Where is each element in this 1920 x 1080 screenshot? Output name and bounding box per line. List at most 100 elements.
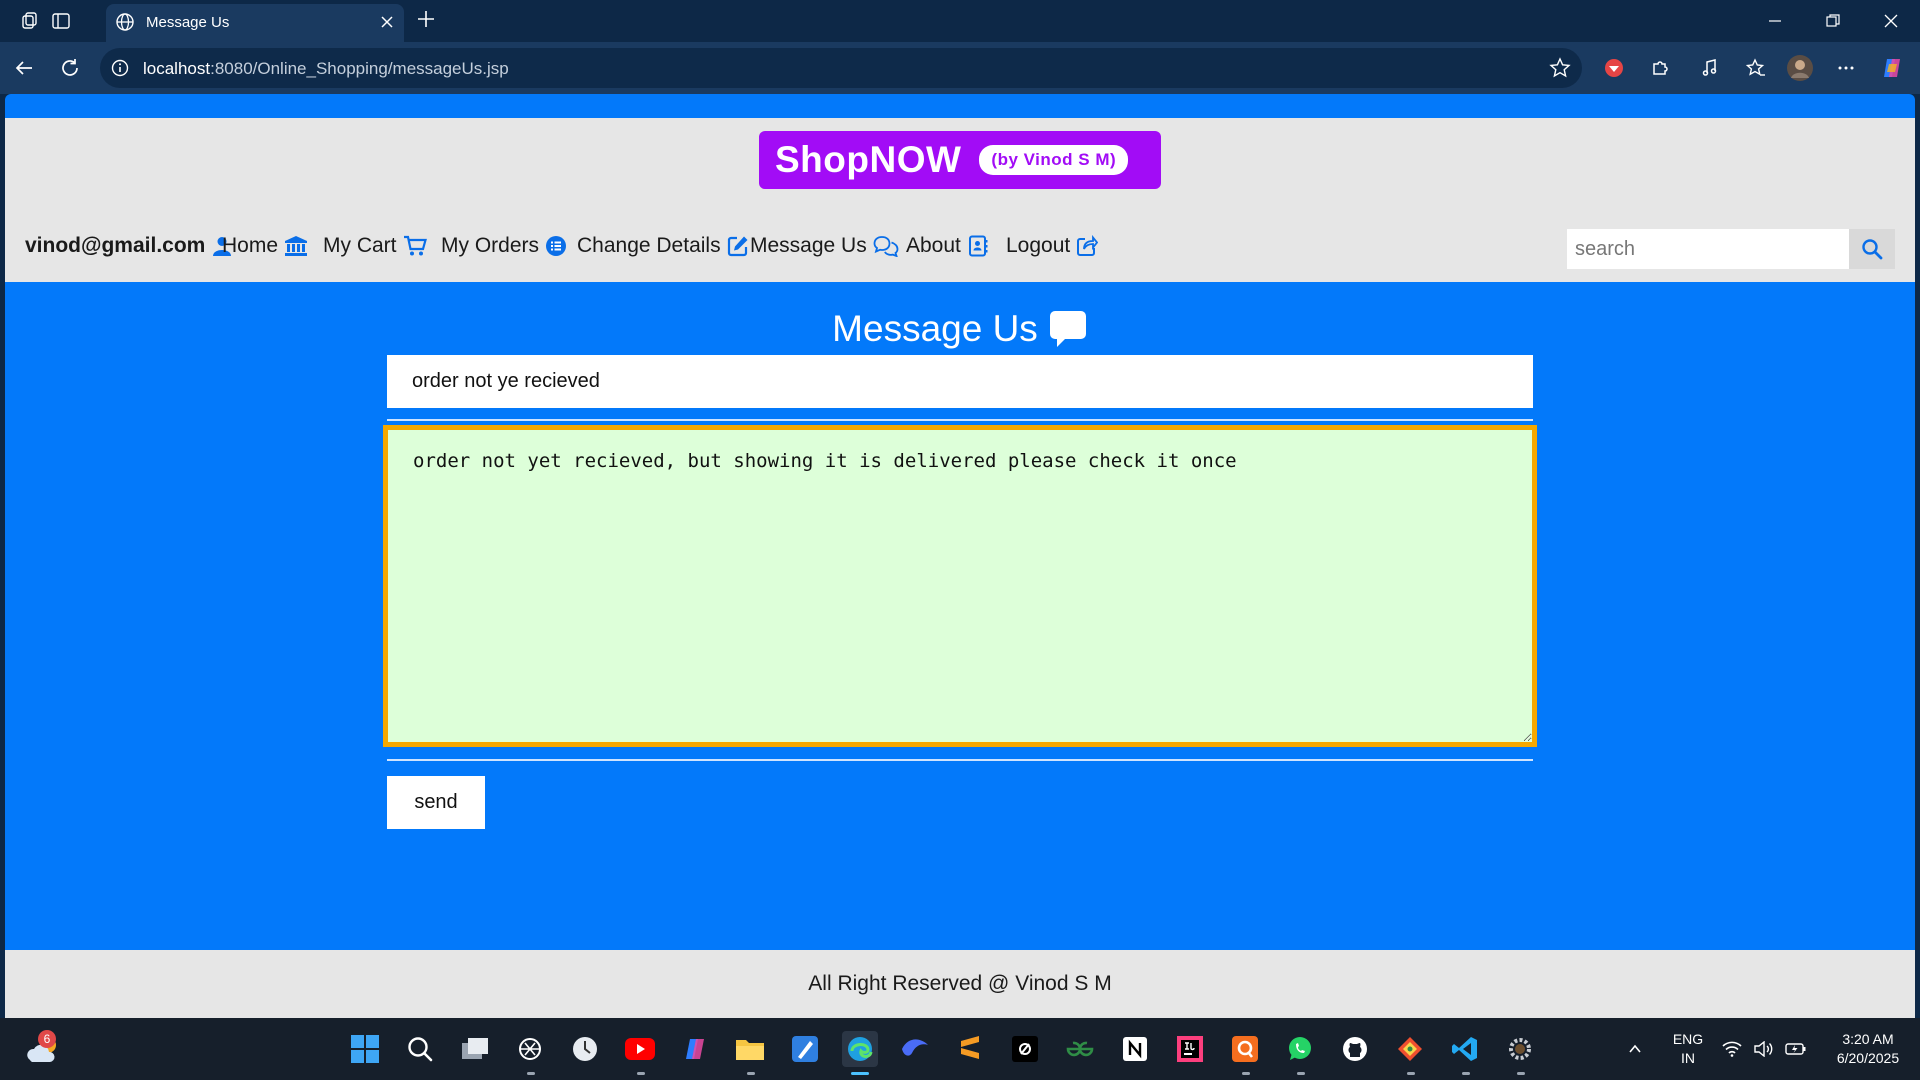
clock-time: 3:20 AM (1842, 1031, 1894, 1047)
copilot-taskbar-icon[interactable] (677, 1031, 713, 1067)
menu-my-cart[interactable]: My Cart (323, 226, 427, 266)
cursor-app-icon[interactable] (1007, 1031, 1043, 1067)
subject-input[interactable] (387, 355, 1533, 408)
browser-navbar: localhost:8080/Online_Shopping/messageUs… (0, 42, 1920, 94)
notion-icon[interactable] (1117, 1031, 1153, 1067)
restore-icon[interactable] (1818, 8, 1848, 34)
edit-icon (727, 236, 748, 257)
pen-app-icon[interactable] (787, 1031, 823, 1067)
language-indicator[interactable]: ENG IN (1670, 1030, 1706, 1068)
extensions-puzzle-icon[interactable] (1646, 54, 1674, 82)
footer-text: All Right Reserved @ Vinod S M (808, 972, 1112, 995)
favorite-star-icon[interactable] (1548, 56, 1572, 85)
running-indicator (637, 1072, 645, 1075)
url-host: localhost (143, 59, 211, 78)
comments-icon (873, 236, 899, 257)
divider (387, 759, 1533, 761)
external-link-icon (1077, 235, 1099, 256)
menu-about[interactable]: About (906, 226, 989, 266)
whatsapp-icon[interactable] (1282, 1031, 1318, 1067)
running-indicator (747, 1072, 755, 1075)
globe-icon (114, 11, 136, 38)
menu-message-us[interactable]: Message Us (750, 226, 899, 266)
browser-tab[interactable]: Message Us (106, 4, 404, 42)
message-textarea[interactable]: order not yet recieved, but showing it i… (383, 425, 1537, 747)
user-email-link[interactable]: vinod@gmail.com (25, 226, 233, 266)
back-icon[interactable] (10, 54, 38, 82)
search-taskbar-icon[interactable] (402, 1031, 438, 1067)
search-button[interactable] (1849, 229, 1895, 269)
site-info-icon[interactable] (110, 58, 130, 83)
running-indicator (1407, 1072, 1415, 1075)
cart-icon (403, 235, 427, 256)
git-app-icon[interactable] (1392, 1031, 1428, 1067)
page-viewport: ShopNOW (by Vinod S M) vinod@gmail.com H… (5, 94, 1915, 1018)
running-indicator (1297, 1072, 1305, 1075)
windows-start-icon[interactable] (347, 1031, 383, 1067)
site-header: ShopNOW (by Vinod S M) vinod@gmail.com H… (5, 118, 1915, 282)
search-input[interactable] (1567, 229, 1849, 269)
system-clock[interactable]: 3:20 AM 6/20/2025 (1820, 1030, 1916, 1068)
app-icon[interactable] (897, 1031, 933, 1067)
task-view-icon[interactable] (457, 1031, 493, 1067)
close-tab-icon[interactable] (376, 11, 398, 38)
menu-message-us-label: Message Us (750, 234, 867, 257)
menu-change-details-label: Change Details (577, 234, 721, 257)
geeksforgeeks-icon[interactable] (1062, 1031, 1098, 1067)
media-icon[interactable] (1696, 54, 1724, 82)
active-indicator (851, 1072, 869, 1075)
divider (387, 419, 1533, 421)
vertical-tabs-icon[interactable] (49, 9, 73, 33)
chevron-up-icon[interactable] (1622, 1031, 1648, 1067)
more-options-icon[interactable] (1832, 54, 1860, 82)
menu-home-label: Home (222, 234, 279, 257)
workspaces-icon[interactable] (18, 9, 42, 33)
menu-change-details[interactable]: Change Details (577, 226, 749, 266)
profile-avatar[interactable] (1786, 54, 1814, 82)
address-bar[interactable]: localhost:8080/Online_Shopping/messageUs… (100, 48, 1582, 88)
battery-icon[interactable] (1783, 1031, 1809, 1067)
site-search (1567, 229, 1899, 269)
running-indicator (1242, 1072, 1250, 1075)
search-icon (1862, 239, 1883, 260)
menu-about-label: About (906, 234, 961, 257)
bank-icon (285, 236, 308, 256)
menu-logout-label: Logout (1006, 234, 1071, 257)
send-button[interactable]: send (387, 776, 485, 829)
favorites-icon[interactable] (1742, 54, 1770, 82)
address-book-icon (968, 235, 988, 257)
menu-logout[interactable]: Logout (1006, 226, 1099, 266)
running-indicator (527, 1072, 535, 1075)
new-tab-icon[interactable] (414, 7, 438, 36)
file-explorer-icon[interactable] (732, 1031, 768, 1067)
settings-gear-icon[interactable] (1502, 1031, 1538, 1067)
clock-date: 6/20/2025 (1836, 1050, 1900, 1066)
github-icon[interactable] (1337, 1031, 1373, 1067)
shopnow-logo[interactable]: ShopNOW (by Vinod S M) (759, 131, 1161, 189)
youtube-icon[interactable] (622, 1031, 658, 1067)
comment-icon (1049, 311, 1086, 347)
edge-icon[interactable] (842, 1031, 878, 1067)
url-text[interactable]: localhost:8080/Online_Shopping/messageUs… (143, 59, 509, 79)
sublime-icon[interactable] (952, 1031, 988, 1067)
menu-my-orders[interactable]: My Orders (441, 226, 567, 266)
clock-app-icon[interactable] (567, 1031, 603, 1067)
list-circle-icon (546, 236, 567, 256)
close-window-icon[interactable] (1876, 8, 1906, 34)
minimize-icon[interactable] (1760, 8, 1790, 34)
volume-icon[interactable] (1751, 1031, 1777, 1067)
chatgpt-icon[interactable] (512, 1031, 548, 1067)
menu-home[interactable]: Home (222, 226, 308, 266)
wifi-icon[interactable] (1719, 1031, 1745, 1067)
intellij-icon[interactable] (1172, 1031, 1208, 1067)
vscode-icon[interactable] (1447, 1031, 1483, 1067)
extension-icon[interactable] (1600, 54, 1628, 82)
windows-taskbar: 6 ENG IN 3:20 AM 6/20/2025 (0, 1018, 1920, 1080)
site-footer: All Right Reserved @ Vinod S M (5, 950, 1915, 1018)
copilot-icon[interactable] (1878, 54, 1906, 82)
language-code: ENG (1672, 1031, 1704, 1047)
notification-badge: 6 (38, 1030, 56, 1048)
qbittorrent-icon[interactable] (1227, 1031, 1263, 1067)
logo-main-text: ShopNOW (775, 139, 962, 180)
refresh-icon[interactable] (56, 54, 84, 82)
